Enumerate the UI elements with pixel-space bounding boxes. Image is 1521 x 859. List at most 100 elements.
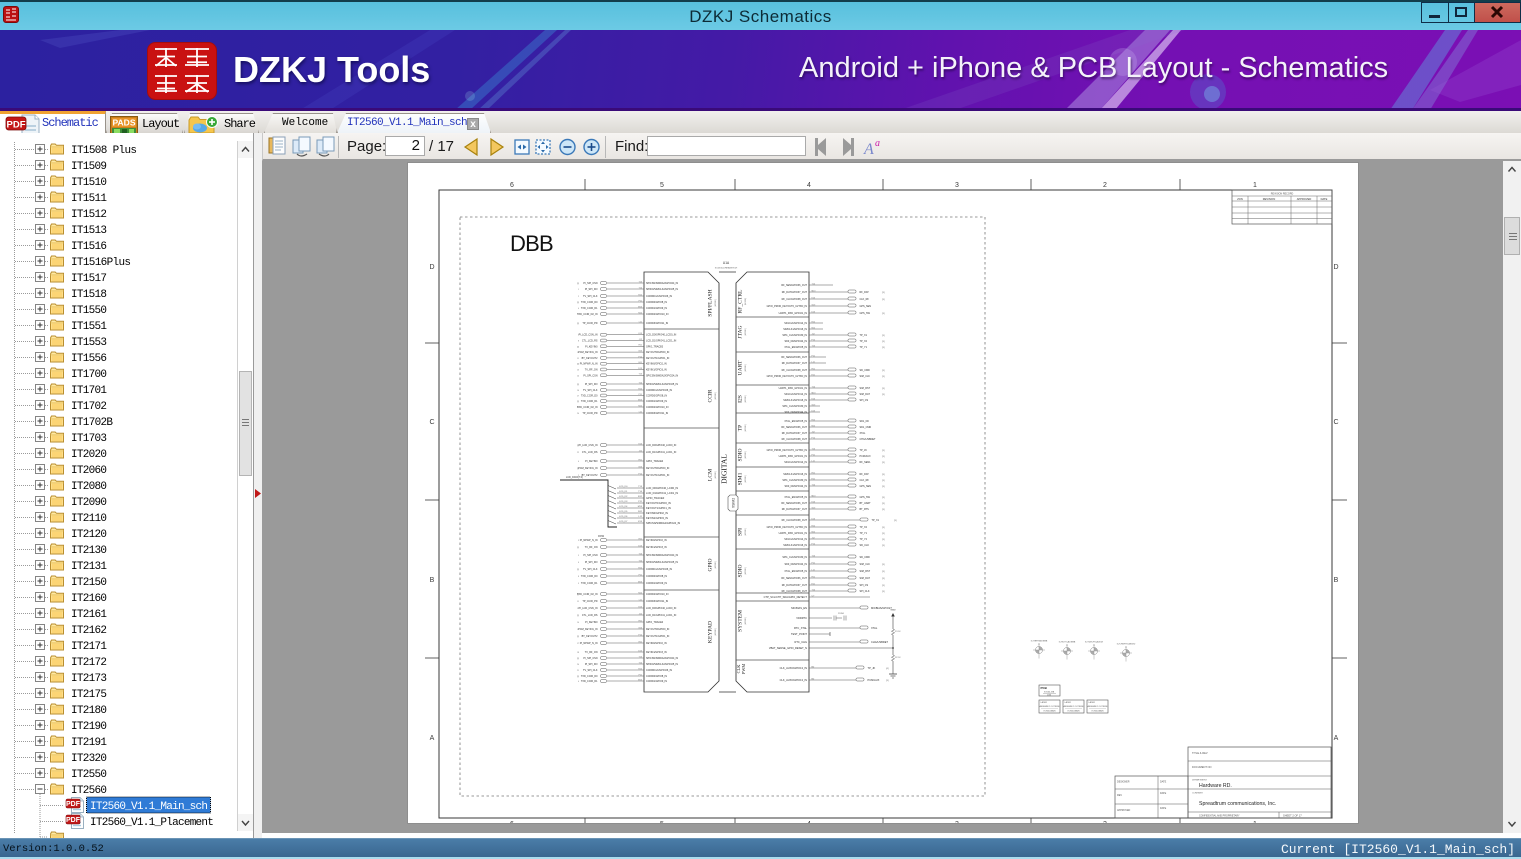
svg-text:GPIO_PROD_KEYOUT6_U2TXD_IN: GPIO_PROD_KEYOUT6_U2TXD_IN	[767, 449, 808, 452]
svg-text:TXD_CCIR_D1: TXD_CCIR_D1	[581, 680, 598, 683]
svg-text:LCD_D0: LCD_D0	[619, 486, 628, 488]
svg-text:[3]: [3]	[577, 384, 580, 386]
svg-text:TP_JK: TP_JK	[868, 666, 876, 670]
svg-text:IT1508 Plus: IT1508 Plus	[71, 145, 137, 157]
svg-text:KEYIN1/GPIO3_IN: KEYIN1/GPIO3_IN	[646, 516, 668, 520]
svg-text:GPIO_TRACE0: GPIO_TRACE0	[646, 345, 664, 348]
svg-text:DATE: DATE	[1160, 781, 1167, 784]
svg-text:PDF: PDF	[66, 801, 81, 808]
svg-text:[3]: [3]	[577, 569, 580, 571]
svg-text:Spreadtrum communications, Inc: Spreadtrum communications, Inc.	[1199, 801, 1276, 807]
svg-text:IT2560-MAIN: IT2560-MAIN	[1044, 710, 1056, 713]
svg-text:IC/TDI/CP/CAL/ICE: IC/TDI/CP/CAL/ICE	[1085, 641, 1104, 644]
svg-text:LCD_D0/GPIO40_LCD0_IN: LCD_D0/GPIO40_LCD0_IN	[646, 607, 676, 610]
svg-text:SPI/FLASH: SPI/FLASH	[708, 289, 714, 316]
svg-text:CCIRD1/GPIO9_IN: CCIRD1/GPIO9_IN	[646, 680, 667, 683]
svg-text:IT1509: IT1509	[71, 161, 107, 173]
svg-text:5: 5	[578, 314, 579, 316]
svg-text:IT2171: IT2171	[71, 641, 107, 653]
svg-text:RF_DAT/GPIO37_OUT: RF_DAT/GPIO37_OUT	[782, 432, 808, 435]
svg-text:GPS_SEN: GPS_SEN	[860, 305, 872, 308]
svg-text:SPICSN/SIMDA2/GPIO24_IN: SPICSN/SIMDA2/GPIO24_IN	[646, 374, 678, 377]
svg-text:3: 3	[955, 182, 959, 189]
svg-text:SIM_RST: SIM_RST	[860, 570, 871, 573]
svg-text:RF_SEN/GPIO36_OUT: RF_SEN/GPIO36_OUT	[781, 284, 807, 287]
svg-text:9: 9	[578, 583, 579, 585]
svg-text:SD1CLK/GPIO14_IN: SD1CLK/GPIO14_IN	[784, 461, 807, 464]
svg-text:[3]: [3]	[894, 520, 897, 522]
svg-text:3: 3	[578, 540, 579, 542]
svg-text:IT1700: IT1700	[71, 369, 107, 381]
svg-text:13: 13	[577, 370, 579, 372]
svg-text:22: 22	[577, 452, 579, 454]
svg-text:VBAT: VBAT	[890, 609, 896, 612]
svg-text:(MODE): (MODE)	[745, 395, 747, 403]
svg-text:GPIO_TRACE0: GPIO_TRACE0	[646, 496, 665, 500]
svg-text:RF_DAT/GPIO37_OUT: RF_DAT/GPIO37_OUT	[782, 362, 808, 365]
svg-text:CTP_SCL/CTP_SDA/GPIO_DETECT: CTP_SCL/CTP_SDA/GPIO_DETECT	[764, 595, 808, 599]
svg-text:DATE: DATE	[1321, 197, 1328, 201]
svg-text:IT2560_MB: IT2560_MB	[1044, 692, 1055, 694]
svg-text:SIMCLK1/GPIO16_IN: SIMCLK1/GPIO16_IN	[783, 473, 807, 476]
svg-text:TXD_CCIR_D2_IN: TXD_CCIR_D2_IN	[577, 593, 598, 596]
svg-text:TP_Y1: TP_Y1	[860, 532, 868, 535]
svg-text:RF_CLK/GPIO38_OUT: RF_CLK/GPIO38_OUT	[782, 519, 808, 522]
svg-text:RF_CLK/GPIO38_OUT: RF_CLK/GPIO38_OUT	[782, 369, 808, 372]
svg-text:LCD_D1/GPIO41_LCD1_IN: LCD_D1/GPIO41_LCD1_IN	[646, 451, 676, 454]
svg-text:KEYOUT0/GPIO0_IN: KEYOUT0/GPIO0_IN	[646, 351, 670, 354]
svg-text:TP_Y2: TP_Y2	[860, 538, 868, 541]
svg-text:DOCUMENT NO: DOCUMENT NO	[1192, 765, 1212, 769]
svg-text:KEYOUT1/GPIO1_IN: KEYOUT1/GPIO1_IN	[646, 474, 670, 477]
svg-text:[3]: [3]	[882, 480, 885, 482]
svg-text:IT1516Plus: IT1516Plus	[71, 257, 131, 269]
svg-text:D: D	[1333, 264, 1338, 271]
svg-text:(x): (x)	[1093, 645, 1096, 647]
svg-text:KEYOUT0/GPIO0_IN: KEYOUT0/GPIO0_IN	[646, 467, 670, 470]
svg-text:TP_X2: TP_X2	[860, 340, 868, 343]
svg-text:IT2191: IT2191	[71, 737, 107, 749]
svg-text:(MODE): (MODE)	[715, 392, 717, 400]
svg-text:KEYOUT1/GPIO1_IN: KEYOUT1/GPIO1_IN	[646, 506, 671, 510]
svg-text:PI_SPI_DO: PI_SPI_DO	[585, 383, 598, 386]
svg-text:LCD_D1: LCD_D1	[619, 491, 628, 493]
svg-text:KEYOUT1/GPIO1_IN: KEYOUT1/GPIO1_IN	[646, 357, 670, 360]
svg-text:PI_NFWP_N_IN: PI_NFWP_N_IN	[580, 539, 598, 542]
svg-text:CCIRD2/GPIO10_IN: CCIRD2/GPIO10_IN	[646, 593, 669, 596]
svg-text:8: 8	[578, 341, 579, 343]
svg-text:SIM_RST: SIM_RST	[860, 387, 871, 390]
svg-text:CCIRMCLK/GPIO26_IN: CCIRMCLK/GPIO26_IN	[646, 295, 672, 298]
svg-text:PCM_KEYIN1_IN: PCM_KEYIN1_IN	[578, 467, 597, 470]
svg-text:PADS: PADS	[113, 118, 136, 128]
svg-text:BT_KEYOUT2: BT_KEYOUT2	[582, 357, 598, 360]
svg-text:DBB: DBB	[510, 231, 553, 256]
svg-text:XTAL_EN/GPIO5_IN: XTAL_EN/GPIO5_IN	[784, 346, 807, 349]
svg-text:XTAL: XTAL	[860, 432, 867, 435]
svg-text:CTL_LCD_RS: CTL_LCD_RS	[582, 614, 598, 617]
svg-text:PI_SPI_DO: PI_SPI_DO	[585, 288, 598, 291]
svg-text:TP_JK: TP_JK	[860, 449, 868, 452]
svg-text:R2 1K: R2 1K	[895, 657, 901, 659]
svg-text:18: 18	[577, 652, 579, 654]
svg-text:RF_CLK/GPIO38_OUT: RF_CLK/GPIO38_OUT	[782, 438, 808, 441]
svg-text:RF_CTRL: RF_CTRL	[738, 289, 744, 314]
svg-text:CCIRD2/GPIO10_IN: CCIRD2/GPIO10_IN	[646, 313, 669, 316]
svg-text:TP_X1: TP_X1	[860, 334, 868, 337]
svg-text:(MODE): (MODE)	[745, 451, 747, 459]
svg-text:IT1510: IT1510	[71, 177, 107, 189]
svg-text:RF_SEN/GPIO36_OUT: RF_SEN/GPIO36_OUT	[781, 426, 807, 429]
svg-text:8: 8	[578, 576, 579, 578]
svg-text:SPI_CS: SPI_CS	[860, 584, 869, 587]
svg-text:PI_KEYIN0: PI_KEYIN0	[585, 345, 598, 348]
svg-text:RF_SEN/GPIO36_OUT: RF_SEN/GPIO36_OUT	[781, 502, 807, 505]
svg-text:LCD_D4: LCD_D4	[619, 506, 628, 508]
svg-text:PI_SPI_CSN: PI_SPI_CSN	[583, 657, 597, 660]
svg-text:REV: REV	[1117, 794, 1122, 797]
svg-text:DESIGNER: DESIGNER	[1117, 781, 1130, 784]
svg-text:IT1702B: IT1702B	[71, 417, 113, 429]
svg-text:UART1_RXD_GPIO21_IN: UART1_RXD_GPIO21_IN	[779, 455, 808, 458]
svg-text:16: 16	[577, 390, 579, 392]
svg-text:CLK_RF: CLK_RF	[860, 479, 870, 482]
svg-text:UART1_RXD_GPIO21_IN: UART1_RXD_GPIO21_IN	[779, 312, 808, 315]
svg-text:SD1_CMD: SD1_CMD	[860, 426, 872, 429]
svg-text:UART1_RXD_GPIO21_IN: UART1_RXD_GPIO21_IN	[779, 387, 808, 390]
